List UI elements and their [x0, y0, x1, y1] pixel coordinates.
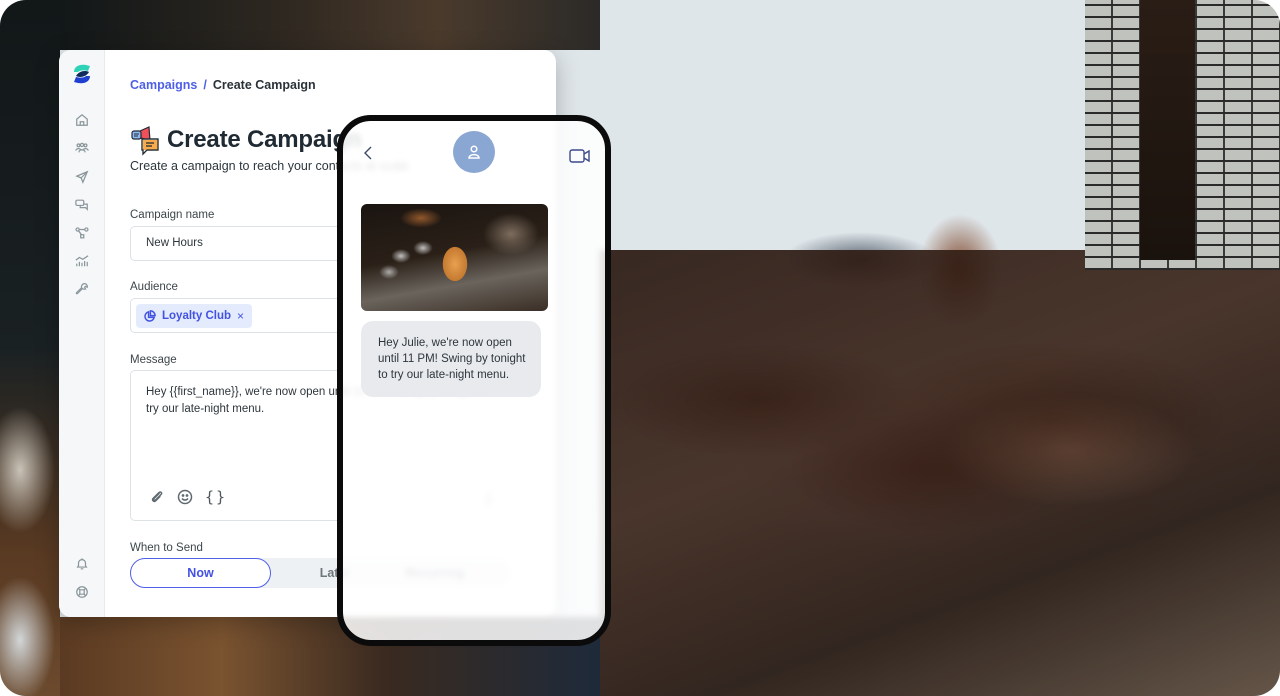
background-sofas [600, 250, 1280, 696]
emoji-icon[interactable] [177, 489, 193, 505]
campaign-name-value: New Hours [146, 237, 203, 249]
when-to-send-label: When to Send [130, 542, 203, 554]
audience-chip-label: Loyalty Club [162, 310, 232, 322]
page-title: Create Campaign [167, 126, 362, 153]
bell-icon[interactable] [74, 556, 90, 572]
home-icon[interactable] [74, 112, 90, 128]
app-logo-icon[interactable] [70, 62, 94, 86]
background-clock [1140, 0, 1195, 260]
back-chevron-icon[interactable] [363, 145, 375, 163]
audience-chip-loyalty-club[interactable]: Loyalty Club × [136, 304, 253, 328]
segment-pie-icon [144, 309, 156, 322]
breadcrumb-campaigns-link[interactable]: Campaigns [130, 78, 197, 92]
user-icon [468, 145, 480, 159]
phone-preview: Hey Julie, we're now open until 11 PM! S… [337, 115, 611, 646]
lifebuoy-icon[interactable] [74, 584, 90, 600]
contact-avatar [453, 131, 495, 173]
title-row: Create Campaign [130, 124, 362, 156]
message-toolbar: {} [149, 488, 227, 506]
paperclip-icon[interactable] [149, 489, 165, 505]
background-left [0, 0, 60, 696]
send-now-option[interactable]: Now [130, 558, 271, 588]
breadcrumb-separator: / [203, 78, 207, 92]
merge-field-icon[interactable]: {} [205, 488, 227, 506]
message-label: Message [130, 354, 177, 366]
campaign-name-label: Campaign name [130, 209, 215, 221]
breadcrumb: Campaigns / Create Campaign [130, 78, 316, 92]
flow-icon[interactable] [74, 225, 90, 241]
paper-plane-icon[interactable] [74, 169, 90, 185]
sidebar [59, 50, 105, 617]
remove-chip-icon[interactable]: × [237, 309, 244, 323]
wrench-icon[interactable] [74, 281, 90, 297]
video-call-icon[interactable] [569, 149, 591, 168]
users-icon[interactable] [74, 140, 90, 156]
breadcrumb-current: Create Campaign [212, 78, 316, 92]
message-bubble: Hey Julie, we're now open until 11 PM! S… [361, 321, 541, 397]
chat-bubbles-icon[interactable] [74, 197, 90, 213]
message-image-cocktail [361, 204, 548, 311]
audience-label: Audience [130, 281, 178, 293]
chart-icon[interactable] [74, 253, 90, 269]
megaphone-chat-icon [131, 126, 159, 156]
background-top [60, 0, 600, 50]
